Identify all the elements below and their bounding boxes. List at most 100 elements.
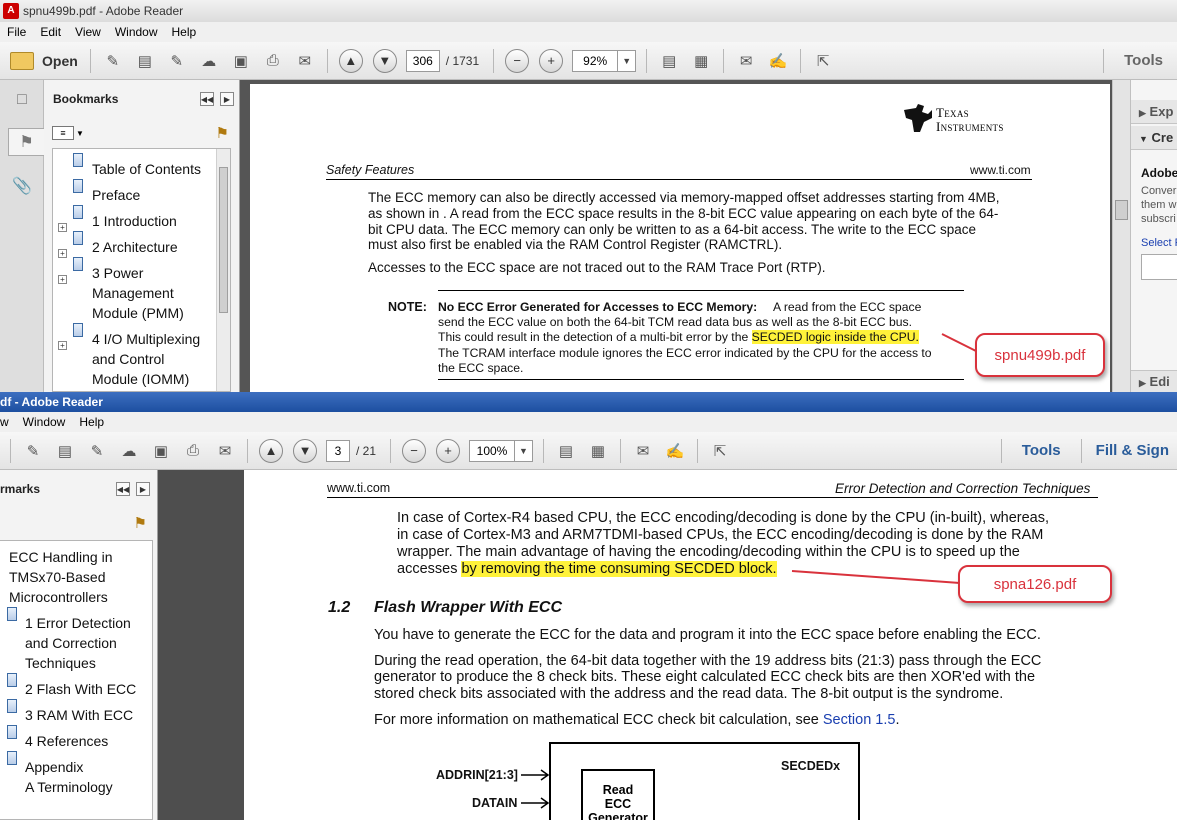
email-icon[interactable]: ✉ [291, 48, 319, 74]
paragraph-line: stored check bits associated with the ad… [374, 686, 1004, 702]
fit-page-icon[interactable]: ▤ [552, 438, 580, 464]
bookmark-item[interactable]: Preface [92, 185, 140, 205]
bookmarks-scrollbar[interactable] [216, 149, 230, 391]
expand-icon[interactable]: + [58, 249, 67, 258]
folder-icon [10, 51, 34, 70]
zoom-in-button[interactable]: + [539, 48, 564, 73]
section-link[interactable]: Section 1.5 [823, 712, 896, 728]
menu-edit[interactable]: Edit [33, 25, 68, 39]
email-icon[interactable]: ✉ [211, 438, 239, 464]
fullscreen-icon[interactable]: ⇱ [706, 438, 734, 464]
bookmarks-toolbar: ≡ ▼ ⚑ [44, 118, 239, 148]
bookmark-item[interactable]: 3 RAM With ECC [25, 705, 133, 725]
pane-link[interactable]: Select F [1141, 236, 1177, 252]
previous-page-button[interactable]: ▲ [338, 48, 363, 73]
open-button[interactable]: Open [0, 51, 84, 70]
edit-pdf-icon[interactable]: ✎ [83, 438, 111, 464]
export-pdf-icon[interactable]: ▤ [131, 48, 159, 74]
zoom-out-button[interactable]: − [402, 438, 427, 463]
next-page-button[interactable]: ▼ [372, 48, 397, 73]
fullscreen-icon[interactable]: ⇱ [809, 48, 837, 74]
bookmark-item[interactable]: ECC Handling in [9, 547, 113, 567]
print-icon[interactable]: ⎙ [259, 48, 287, 74]
expand-icon[interactable]: + [58, 223, 67, 232]
pane-section[interactable]: ▶ Edi [1131, 370, 1177, 392]
tools-button[interactable]: Tools [1008, 442, 1075, 459]
bookmark-item[interactable]: Table of Contents [92, 159, 201, 179]
fit-page-icon[interactable]: ▤ [655, 48, 683, 74]
pane-section[interactable]: ▼ Cre [1131, 126, 1177, 150]
title-bar: A spnu499b.pdf - Adobe Reader [0, 0, 1177, 22]
sign-icon[interactable]: ✍ [764, 48, 792, 74]
tools-button[interactable]: Tools [1110, 52, 1177, 69]
menu-window[interactable]: Window [108, 25, 165, 39]
next-page-button[interactable]: ▼ [293, 438, 317, 463]
bookmark-flag-icon [7, 673, 17, 687]
fit-width-icon[interactable]: ▦ [584, 438, 612, 464]
logo-line2: Instruments [936, 119, 1004, 134]
collapse-left-icon[interactable]: ◀◀ [200, 92, 214, 106]
save-icon[interactable]: ▣ [147, 438, 175, 464]
collapse-right-icon[interactable]: ▶ [136, 482, 150, 496]
attachment-icon[interactable]: 📎 [10, 172, 34, 200]
highlighted-text[interactable]: SECDED logic inside the CPU. [751, 330, 919, 344]
document-scrollbar[interactable] [1112, 80, 1130, 392]
comment-icon[interactable]: ✉ [732, 48, 760, 74]
menu-file[interactable]: File [0, 25, 33, 39]
bookmark-item[interactable]: Appendix [25, 757, 83, 777]
zoom-out-button[interactable]: − [505, 48, 530, 73]
pane-file-input[interactable] [1141, 254, 1177, 280]
new-bookmark-icon[interactable]: ⚑ [134, 514, 147, 532]
export-pdf-icon[interactable]: ▤ [51, 438, 79, 464]
menu-help[interactable]: Help [165, 25, 204, 39]
expand-icon[interactable]: + [58, 341, 67, 350]
bookmark-item[interactable]: 1 Introduction [92, 211, 177, 231]
paragraph-line: bit CPU data. The ECC memory can only be… [368, 222, 977, 237]
upload-cloud-icon[interactable]: ☁ [115, 438, 143, 464]
chevron-down-icon[interactable]: ▼ [617, 50, 635, 71]
window-title: spnu499b.pdf - Adobe Reader [23, 4, 184, 18]
create-pdf-icon[interactable]: ✎ [19, 438, 47, 464]
sign-icon[interactable]: ✍ [661, 438, 689, 464]
create-pdf-icon[interactable]: ✎ [99, 48, 127, 74]
menu-help[interactable]: Help [72, 415, 111, 429]
window-title: df - Adobe Reader [0, 395, 103, 409]
bookmark-icon[interactable]: ⚑ [8, 128, 44, 156]
fit-width-icon[interactable]: ▦ [687, 48, 715, 74]
edit-pdf-icon[interactable]: ✎ [163, 48, 191, 74]
fill-sign-button[interactable]: Fill & Sign [1088, 442, 1177, 459]
bookmark-item[interactable]: 2 Architecture [92, 237, 178, 257]
bookmark-item[interactable]: 4 References [25, 731, 108, 751]
page-number-input[interactable]: 306 [405, 49, 440, 72]
bookmark-item[interactable]: 4 I/O Multiplexing [92, 329, 200, 349]
menu-view[interactable]: View [68, 25, 108, 39]
zoom-in-button[interactable]: + [436, 438, 461, 463]
zoom-select[interactable]: 100% ▼ [469, 439, 534, 462]
highlighted-text[interactable]: by removing the time consuming SECDED bl… [461, 561, 777, 577]
options-menu-icon[interactable]: ≡ [52, 126, 74, 140]
toolbar-separator [1000, 438, 1002, 463]
scrollbar-thumb[interactable] [1115, 200, 1128, 220]
chevron-down-icon[interactable]: ▼ [76, 129, 84, 138]
menu-window[interactable]: Window [16, 415, 73, 429]
zoom-select[interactable]: 92% ▼ [572, 49, 637, 72]
collapse-left-icon[interactable]: ◀◀ [116, 482, 130, 496]
comment-icon[interactable]: ✉ [629, 438, 657, 464]
page-thumbnails-icon[interactable]: □ [10, 86, 34, 114]
bookmark-item[interactable]: 3 Power [92, 263, 143, 283]
bookmark-item[interactable]: 1 Error Detection [25, 613, 131, 633]
menu-view[interactable]: w [0, 415, 16, 429]
save-icon[interactable]: ▣ [227, 48, 255, 74]
page-number-input[interactable]: 3 [326, 439, 350, 462]
print-icon[interactable]: ⎙ [179, 438, 207, 464]
new-bookmark-icon[interactable]: ⚑ [216, 124, 229, 142]
scrollbar-thumb[interactable] [219, 167, 228, 313]
bookmark-item[interactable]: 2 Flash With ECC [25, 679, 136, 699]
expand-icon[interactable]: + [58, 275, 67, 284]
upload-cloud-icon[interactable]: ☁ [195, 48, 223, 74]
pane-section[interactable]: ▶ Exp [1131, 100, 1177, 124]
chevron-down-icon[interactable]: ▼ [514, 440, 532, 461]
collapse-right-icon[interactable]: ▶ [220, 92, 234, 106]
note-text: This could result in the detection of a … [438, 330, 919, 346]
previous-page-button[interactable]: ▲ [259, 438, 283, 463]
